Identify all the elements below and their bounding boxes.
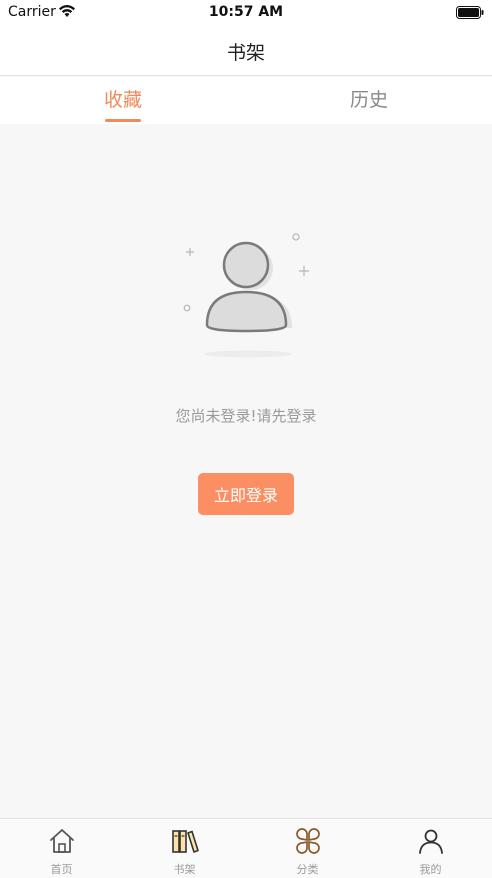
- tab-bar-label-bookshelf: 书架: [173, 863, 196, 876]
- tab-bar-item-bookshelf[interactable]: 书架: [123, 819, 246, 878]
- tab-favorites[interactable]: 收藏: [0, 77, 246, 124]
- active-tab-indicator: [105, 119, 141, 122]
- battery-icon: [456, 6, 484, 19]
- tab-bar-label-profile: 我的: [419, 863, 442, 876]
- profile-icon: [419, 829, 443, 854]
- bookshelf-icon: [172, 830, 199, 853]
- page-title: 书架: [226, 42, 265, 64]
- segment-tabs: 收藏 历史: [0, 77, 492, 124]
- user-placeholder-icon: [183, 233, 309, 358]
- empty-state-message: 您尚未登录!请先登录: [175, 407, 317, 425]
- status-time: 10:57 AM: [208, 4, 284, 20]
- tab-history[interactable]: 历史: [246, 77, 492, 124]
- login-button[interactable]: 立即登录: [198, 473, 294, 515]
- bottom-tab-bar: 首页 书架 分类 我的: [0, 818, 492, 878]
- tab-bar-item-home[interactable]: 首页: [0, 819, 123, 878]
- status-bar: Carrier 10:57 AM: [0, 0, 492, 26]
- tab-bar-item-category[interactable]: 分类: [246, 819, 369, 878]
- home-icon: [50, 829, 74, 853]
- tab-bar-label-home: 首页: [50, 863, 73, 876]
- tab-bar-item-profile[interactable]: 我的: [369, 819, 492, 878]
- category-icon: [296, 828, 320, 854]
- navigation-bar: 书架: [0, 26, 492, 76]
- tab-bar-label-category: 分类: [296, 863, 319, 876]
